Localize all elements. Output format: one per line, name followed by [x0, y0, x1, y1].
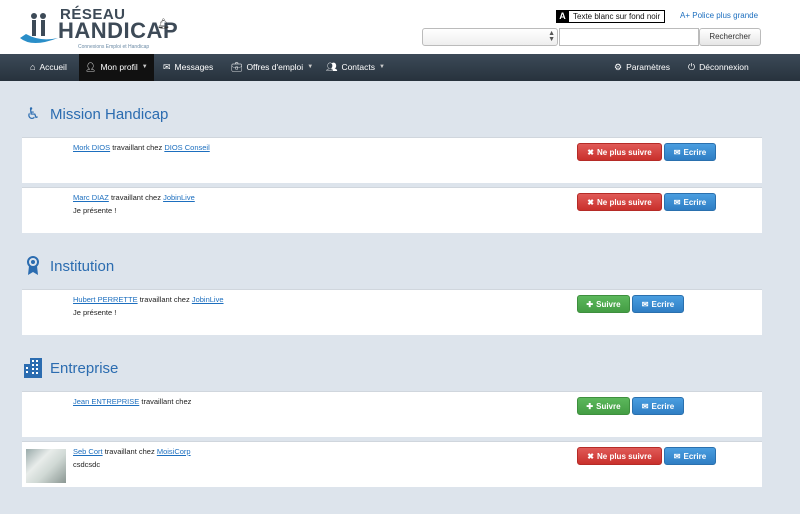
write-button[interactable]: ✉ Ecrire: [664, 447, 716, 465]
company-link[interactable]: MoisiCorp: [157, 447, 191, 456]
unfollow-button[interactable]: ✖ Ne plus suivre: [577, 447, 662, 465]
follow-button[interactable]: ✚ Suivre: [577, 397, 630, 415]
caret-down-icon: ▼: [378, 64, 385, 70]
caret-down-icon: ▼: [307, 64, 314, 70]
contrast-label: Texte blanc sur fond noir: [573, 12, 661, 21]
envelope-icon: ✉: [673, 451, 681, 461]
briefcase-icon: 💼︎: [231, 62, 243, 72]
contact-card: Seb Cort travaillant chez MoisiCorp csdc…: [22, 441, 762, 487]
search-input[interactable]: [559, 28, 699, 46]
plus-icon: ✚: [586, 299, 594, 309]
search-button[interactable]: Rechercher: [699, 28, 761, 46]
select-arrows-icon: ▲ ▼: [548, 30, 555, 43]
home-icon: ⌂: [30, 62, 36, 72]
close-icon: ✖: [587, 197, 594, 207]
bell-icon[interactable]: 🔔︎: [157, 19, 170, 30]
envelope-icon: ✉: [641, 299, 649, 309]
contacts-icon: 👥︎: [326, 62, 338, 72]
unfollow-button[interactable]: ✖ Ne plus suivre: [577, 193, 662, 211]
bigger-font-link[interactable]: A+ Police plus grande: [680, 11, 758, 20]
logo-tagline: Connexions Emploi et Handicap: [78, 44, 150, 50]
nav-offres[interactable]: 💼︎ Offres d'emploi ▼: [225, 54, 319, 81]
section-title-mission-handicap: ♿︎ Mission Handicap: [25, 105, 169, 124]
close-icon: ✖: [587, 147, 594, 157]
contact-name-link[interactable]: Marc DIAZ: [73, 193, 109, 202]
envelope-icon: ✉: [673, 197, 681, 207]
contact-name-link[interactable]: Hubert PERRETTE: [73, 295, 138, 304]
envelope-icon: ✉: [673, 147, 681, 157]
wheelchair-icon: ♿︎: [25, 106, 41, 123]
contact-card: Hubert PERRETTE travaillant chez JobinLi…: [22, 289, 762, 335]
contact-note: Je présente !: [73, 308, 117, 317]
contact-card: Mork DIOS travaillant chez DIOS Conseil …: [22, 137, 762, 183]
write-button[interactable]: ✉ Ecrire: [632, 295, 684, 313]
site-logo[interactable]: RÉSEAU HANDICAP Connexions Emploi et Han…: [18, 6, 178, 50]
contact-note: csdcsdc: [73, 460, 101, 469]
close-icon: ✖: [587, 451, 594, 461]
power-icon: ⏻: [688, 62, 696, 72]
nav-messages[interactable]: ✉ Messages: [157, 54, 219, 81]
contact-note: Je présente !: [73, 206, 117, 215]
envelope-icon: ✉: [641, 401, 649, 411]
user-icon: 👤︎: [85, 62, 97, 72]
award-icon: [24, 256, 42, 276]
gear-icon: ⚙: [614, 62, 623, 72]
contact-card: Jean ENTREPRISE travaillant chez ✚ Suivre…: [22, 391, 762, 437]
section-title-entreprise: Entreprise: [24, 358, 118, 378]
contact-name-link[interactable]: Jean ENTREPRISE: [73, 397, 139, 406]
nav-mon-profil[interactable]: 👤︎ Mon profil ▼: [79, 54, 154, 81]
contact-card: Marc DIAZ travaillant chez JobinLive Je …: [22, 187, 762, 233]
contrast-icon: A: [556, 10, 569, 23]
contact-name-link[interactable]: Seb Cort: [73, 447, 103, 456]
avatar[interactable]: [26, 449, 66, 483]
nav-parametres[interactable]: ⚙ Paramètres: [608, 54, 676, 81]
company-link[interactable]: JobinLive: [163, 193, 195, 202]
follow-button[interactable]: ✚ Suivre: [577, 295, 630, 313]
logo-mark-icon: [20, 13, 58, 43]
search-category-select[interactable]: ▲ ▼: [422, 28, 558, 46]
write-button[interactable]: ✉ Ecrire: [664, 143, 716, 161]
contrast-toggle[interactable]: A Texte blanc sur fond noir: [556, 10, 666, 23]
header: RÉSEAU HANDICAP Connexions Emploi et Han…: [0, 0, 800, 54]
envelope-icon: ✉: [163, 62, 171, 72]
company-link[interactable]: DIOS Conseil: [164, 143, 209, 152]
nav-accueil[interactable]: ⌂ Accueil: [24, 54, 73, 81]
company-link[interactable]: JobinLive: [192, 295, 224, 304]
building-icon: [24, 358, 42, 378]
nav-deconnexion[interactable]: ⏻ Déconnexion: [682, 54, 755, 81]
section-title-institution: Institution: [24, 256, 114, 276]
write-button[interactable]: ✉ Ecrire: [632, 397, 684, 415]
nav-contacts[interactable]: 👥︎ Contacts ▼: [320, 54, 391, 81]
main-navbar: ⌂ Accueil 👤︎ Mon profil ▼ ✉ Messages 💼︎ …: [0, 54, 800, 81]
plus-icon: ✚: [586, 401, 594, 411]
caret-down-icon: ▼: [141, 64, 148, 70]
write-button[interactable]: ✉ Ecrire: [664, 193, 716, 211]
contact-name-link[interactable]: Mork DIOS: [73, 143, 110, 152]
unfollow-button[interactable]: ✖ Ne plus suivre: [577, 143, 662, 161]
